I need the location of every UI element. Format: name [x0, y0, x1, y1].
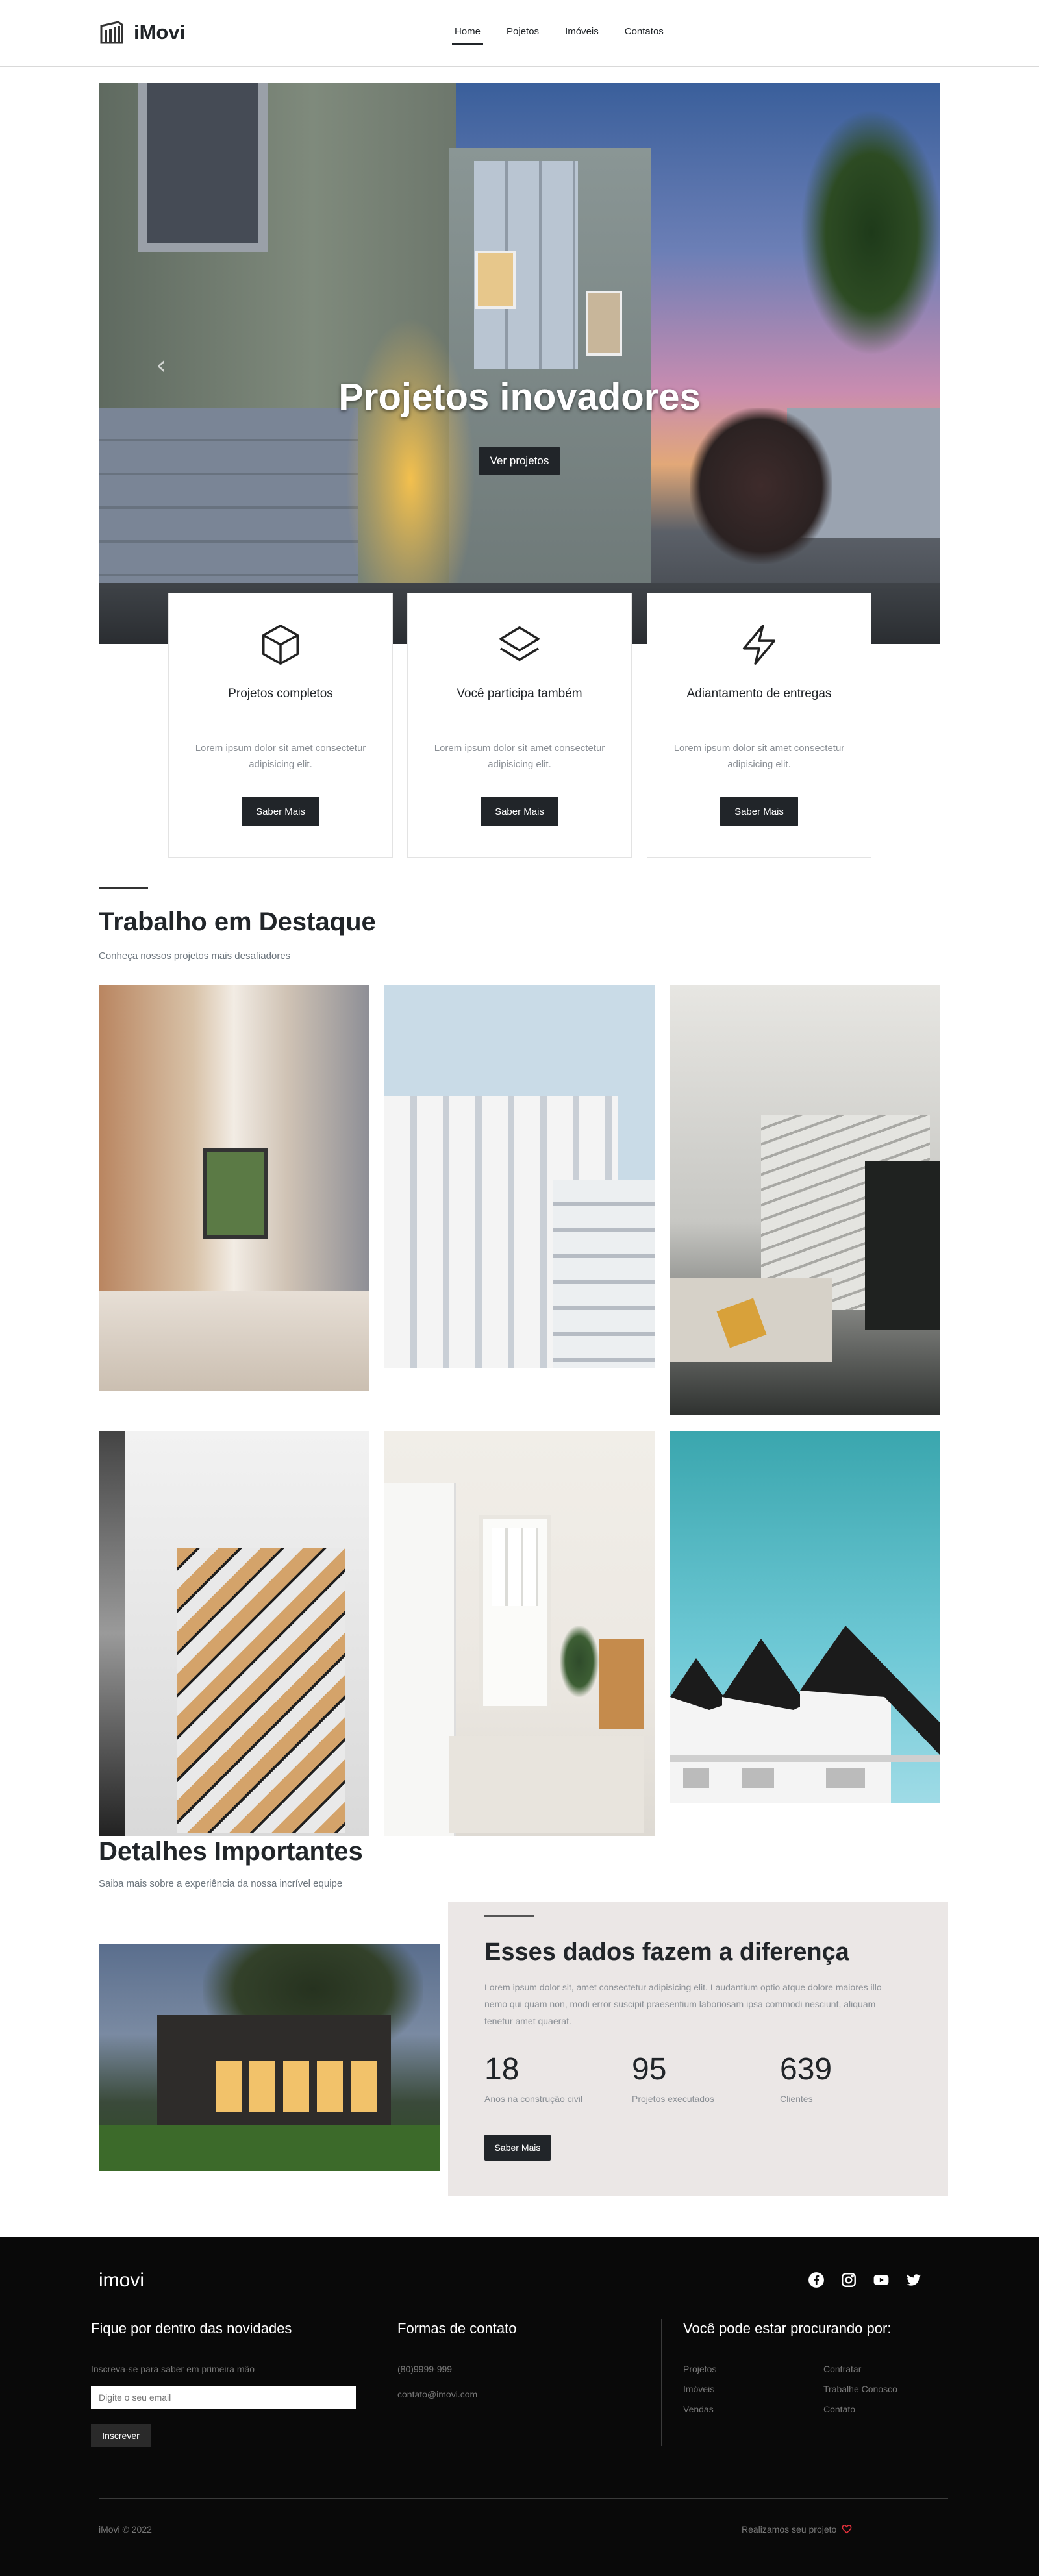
- footer-link-trabalhe-conosco[interactable]: Trabalhe Conosco: [823, 2384, 897, 2394]
- feature-text: Lorem ipsum dolor sit amet consectetur a…: [434, 743, 605, 770]
- project-image-kitchen[interactable]: [99, 985, 369, 1391]
- feature-card: Você participa também Lorem ipsum dolor …: [407, 593, 632, 858]
- feature-text: Lorem ipsum dolor sit amet consectetur a…: [195, 743, 366, 770]
- footer-link-vendas[interactable]: Vendas: [683, 2404, 714, 2414]
- youtube-icon[interactable]: [872, 2271, 890, 2289]
- feature-card: Projetos completos Lorem ipsum dolor sit…: [168, 593, 393, 858]
- main-nav: Home Pojetos Imóveis Contatos: [442, 22, 677, 45]
- cube-icon: [262, 625, 299, 665]
- featured-title: Trabalho em Destaque: [99, 908, 376, 936]
- nav-imoveis[interactable]: Imóveis: [552, 22, 612, 41]
- project-image-wooden-stairs[interactable]: [99, 1431, 369, 1836]
- hero-carousel: ‹ Projetos inovadores Ver projetos: [99, 83, 940, 644]
- layers-icon: [499, 626, 540, 662]
- feature-card: Adiantamento de entregas Lorem ipsum dol…: [647, 593, 871, 858]
- site-footer: imovi Fique por dentro das novidades Ins…: [0, 2237, 1039, 2576]
- saber-mais-button[interactable]: Saber Mais: [242, 797, 319, 826]
- stat-number: 18: [484, 2052, 520, 2087]
- nav-projetos[interactable]: Pojetos: [494, 22, 552, 41]
- brand-name: iMovi: [134, 21, 186, 43]
- nav-contatos[interactable]: Contatos: [612, 22, 677, 41]
- feature-title: Projetos completos: [228, 687, 333, 700]
- hero-image-red-tree: [690, 408, 832, 564]
- footer-brand[interactable]: imovi: [99, 2270, 144, 2292]
- site-header: iMovi Home Pojetos Imóveis Contatos: [0, 0, 1039, 67]
- contact-email[interactable]: contato@imovi.com: [397, 2389, 477, 2399]
- lightning-icon: [742, 625, 776, 665]
- instagram-icon[interactable]: [840, 2271, 858, 2289]
- hero-image-lit-window: [586, 291, 622, 356]
- stat-clients: 639 Clientes: [780, 2051, 832, 2104]
- footer-link-contato[interactable]: Contato: [823, 2404, 855, 2414]
- heart-icon: [842, 2525, 852, 2534]
- section-divider: [99, 887, 148, 889]
- stat-label: Projetos executados: [632, 2094, 714, 2104]
- footer-link-imoveis[interactable]: Imóveis: [683, 2384, 714, 2394]
- inscrever-button[interactable]: Inscrever: [91, 2424, 151, 2447]
- hero-title: Projetos inovadores: [338, 376, 701, 418]
- project-image-staircase-living[interactable]: [670, 985, 940, 1415]
- details-title: Detalhes Importantes: [99, 1837, 363, 1866]
- saber-mais-button[interactable]: Saber Mais: [484, 2135, 551, 2161]
- footer-divider: [661, 2319, 662, 2446]
- facebook-icon[interactable]: [807, 2271, 825, 2289]
- hero-image-window: [138, 83, 268, 252]
- details-house-image: [99, 1944, 440, 2171]
- project-image-bright-kitchen[interactable]: [384, 1431, 655, 1836]
- contact-phone[interactable]: (80)9999-999: [397, 2364, 452, 2374]
- nav-home[interactable]: Home: [442, 22, 494, 45]
- footer-rule: [99, 2498, 948, 2499]
- saber-mais-button[interactable]: Saber Mais: [720, 797, 798, 826]
- project-image-white-building[interactable]: [384, 985, 655, 1368]
- stat-projects: 95 Projetos executados: [632, 2051, 714, 2104]
- stat-years: 18 Anos na construção civil: [484, 2051, 582, 2104]
- project-image-gabled-houses[interactable]: [670, 1431, 940, 1803]
- footer-link-contratar[interactable]: Contratar: [823, 2364, 861, 2374]
- footer-link-projetos[interactable]: Projetos: [683, 2364, 716, 2374]
- stats-text: Lorem ipsum dolor sit, amet consectetur …: [484, 1982, 882, 2026]
- brand[interactable]: iMovi: [99, 19, 185, 45]
- looking-title: Você pode estar procurando por:: [683, 2320, 892, 2336]
- featured-subtitle: Conheça nossos projetos mais desafiadore…: [99, 950, 291, 961]
- section-divider: [484, 1915, 534, 1917]
- made-text: Realizamos seu projeto: [742, 2524, 837, 2534]
- feature-title: Adiantamento de entregas: [686, 687, 832, 700]
- feature-title: Você participa também: [457, 687, 582, 700]
- newsletter-title: Fique por dentro das novidades: [91, 2320, 292, 2336]
- stat-label: Anos na construção civil: [484, 2094, 582, 2104]
- hero-image-tree: [800, 109, 940, 356]
- newsletter-text: Inscreva-se para saber em primeira mão: [91, 2364, 255, 2374]
- stats-panel: Esses dados fazem a diferença Lorem ipsu…: [448, 1902, 948, 2196]
- stat-number: 639: [780, 2052, 832, 2087]
- details-subtitle: Saiba mais sobre a experiência da nossa …: [99, 1878, 343, 1889]
- copyright: iMovi © 2022: [99, 2524, 152, 2534]
- building-logo-icon: [100, 21, 123, 44]
- twitter-icon[interactable]: [905, 2271, 923, 2289]
- email-input[interactable]: [91, 2386, 356, 2409]
- stats-title: Esses dados fazem a diferença: [484, 1938, 849, 1966]
- hero-image-lit-window: [475, 251, 516, 309]
- made-with-love: Realizamos seu projeto: [742, 2524, 852, 2534]
- social-links: [807, 2271, 923, 2289]
- stat-label: Clientes: [780, 2094, 813, 2104]
- stat-number: 95: [632, 2052, 667, 2087]
- saber-mais-button[interactable]: Saber Mais: [481, 797, 558, 826]
- contact-title: Formas de contato: [397, 2320, 517, 2336]
- feature-text: Lorem ipsum dolor sit amet consectetur a…: [673, 743, 845, 770]
- ver-projetos-button[interactable]: Ver projetos: [479, 447, 560, 475]
